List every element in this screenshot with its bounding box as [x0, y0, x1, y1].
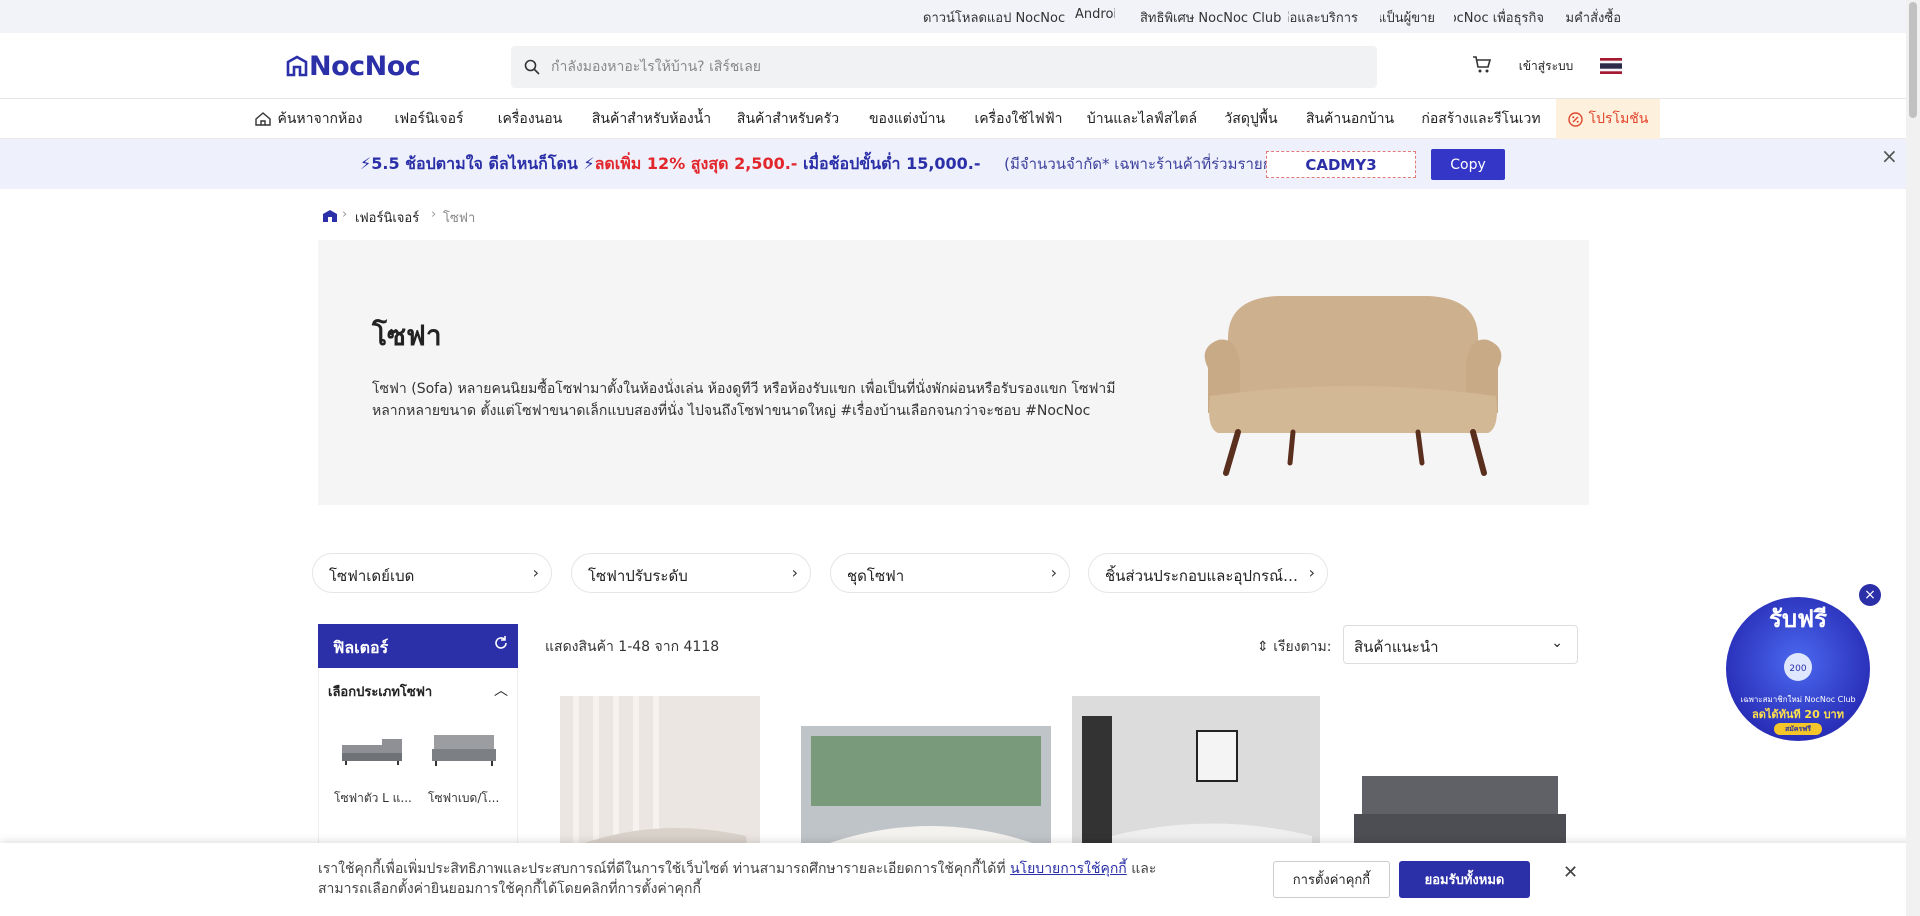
- sofa-hero-image: [1204, 296, 1502, 476]
- filter-type-label: โซฟาเบด/โ...: [428, 791, 500, 805]
- sort-label-text: เรียงตาม:: [1273, 639, 1332, 655]
- filter-title: ฟิลเตอร์: [333, 638, 389, 657]
- promo-banner-text[interactable]: ⚡5.5 ช้อปตามใจ ดีลไหนก็โดน ⚡ลดเพิ่ม 12% …: [360, 152, 1294, 177]
- filter-type-l-sofa[interactable]: [336, 723, 408, 775]
- promo-discount: ลดเพิ่ม 12% สูงสุด 2,500.-: [594, 154, 798, 173]
- home-icon[interactable]: [322, 209, 338, 223]
- nav-item-outdoor[interactable]: สินค้านอกบ้าน: [1294, 99, 1406, 139]
- club-line2: ลดได้ทันที 20 บาท: [1752, 708, 1844, 721]
- cookie-consent-bar: เราใช้คุกกี้เพื่อเพิ่มประสิทธิภาพและประส…: [0, 843, 1920, 916]
- cookie-text-before: เราใช้คุกกี้เพื่อเพิ่มประสิทธิภาพและประส…: [318, 861, 1011, 877]
- filter-type-label: โซฟาตัว L แ...: [334, 791, 412, 805]
- promo-headline: ⚡5.5 ช้อปตามใจ ดีลไหนก็โดน ⚡: [360, 154, 595, 173]
- logo[interactable]: NocNoc: [285, 51, 421, 82]
- club-headline: รับฟรี: [1768, 605, 1827, 633]
- promo-code: CADMY3: [1266, 151, 1416, 178]
- seller-link[interactable]: เปิดร้านเป็นผู้ขาย: [1380, 7, 1435, 28]
- subcategory-chip-recliner[interactable]: โซฟาปรับระดับ ›: [571, 553, 811, 593]
- room-icon: [255, 112, 272, 126]
- nav-item-home-lifestyle[interactable]: บ้านและไลฟ์สไตล์: [1078, 99, 1206, 139]
- sort-value: สินค้าแนะนำ: [1354, 638, 1439, 656]
- chip-label: ชุดโซฟา: [847, 567, 905, 585]
- chip-label: โซฟาเดย์เบด: [329, 567, 415, 585]
- nav-item-kitchen[interactable]: สินค้าสำหรับครัว: [723, 99, 853, 139]
- nav-item-appliances[interactable]: เครื่องใช้ไฟฟ้า: [959, 99, 1078, 139]
- sofa-bed-thumbnail: [432, 735, 496, 766]
- thai-flag-icon[interactable]: [1600, 58, 1622, 74]
- close-cookie-icon[interactable]: ✕: [1563, 862, 1578, 883]
- logo-mark-icon: [286, 55, 308, 77]
- breadcrumb-furniture[interactable]: เฟอร์นิเจอร์: [355, 207, 419, 228]
- nocnoc-club-link[interactable]: สิทธิพิเศษ NocNoc Club: [1140, 7, 1281, 28]
- nav-item-decor[interactable]: ของแต่งบ้าน: [855, 99, 959, 139]
- nav-item-shop-by-room[interactable]: ค้นหาจากห้อง: [245, 99, 373, 139]
- sort-select[interactable]: สินค้าแนะนำ ⌄: [1343, 625, 1578, 664]
- subcategory-chip-parts[interactable]: ชิ้นส่วนประกอบและอุปกรณ์เส... ›: [1088, 553, 1328, 593]
- filter-section-sofa-type[interactable]: เลือกประเภทโซฟา: [328, 681, 432, 702]
- category-hero: โซฟา โซฟา (Sofa) หลายคนนิยมซื้อโซฟามาตั้…: [318, 240, 1589, 505]
- nav-item-label: ค้นหาจากห้อง: [277, 111, 363, 127]
- scrollbar-thumb[interactable]: [1909, 2, 1917, 118]
- sort-label: ⇕ เรียงตาม:: [1257, 636, 1331, 658]
- copy-code-button[interactable]: Copy: [1431, 149, 1505, 180]
- cookie-settings-button[interactable]: การตั้งค่าคุกกี้: [1273, 861, 1390, 898]
- top-utility-bar: ดาวน์โหลดแอป NocNoc Android สิทธิพิเศษ N…: [0, 0, 1920, 33]
- promo-minimum: เมื่อช้อปขั้นต่ำ 15,000.-: [797, 154, 981, 173]
- gift-coin-icon: 200: [1784, 653, 1812, 681]
- track-order-link[interactable]: ติดตามคำสั่งซื้อ: [1566, 7, 1621, 28]
- search-input[interactable]: [549, 46, 1349, 88]
- filter-header: ฟิลเตอร์: [318, 624, 518, 668]
- subcategory-chip-sofa-set[interactable]: ชุดโซฟา ›: [830, 553, 1070, 593]
- sort-icon: ⇕: [1257, 639, 1269, 655]
- breadcrumb-separator: ›: [431, 207, 437, 222]
- nav-item-promotion[interactable]: โปรโมชัน: [1556, 99, 1660, 139]
- help-link[interactable]: ความช่วยเหลือและบริการ: [1288, 7, 1358, 28]
- cookie-policy-link[interactable]: นโยบายการใช้คุกกี้: [1010, 861, 1127, 877]
- logo-text: NocNoc: [309, 51, 421, 82]
- refresh-icon[interactable]: [493, 635, 509, 651]
- page-title: โซฟา: [372, 319, 442, 352]
- page-scrollbar[interactable]: [1906, 0, 1920, 916]
- chip-label: โซฟาปรับระดับ: [588, 567, 688, 585]
- chip-label: ชิ้นส่วนประกอบและอุปกรณ์เส...: [1105, 567, 1300, 585]
- promo-note: (มีจำนวนจำกัด* เฉพาะร้านค้าที่ร่วมรายการ…: [1004, 155, 1295, 173]
- search-bar[interactable]: [511, 46, 1377, 88]
- subcategory-chip-daybed[interactable]: โซฟาเดย์เบด ›: [312, 553, 552, 593]
- category-nav: ค้นหาจากห้อง เฟอร์นิเจอร์ เครื่องนอน สิน…: [0, 99, 1920, 139]
- nav-item-construction[interactable]: ก่อสร้างและรีโนเวท: [1406, 99, 1556, 139]
- category-description: โซฟา (Sofa) หลายคนนิยมซื้อโซฟามาตั้งในห้…: [372, 381, 1116, 419]
- nav-item-label: โปรโมชัน: [1588, 111, 1649, 127]
- nav-item-furniture[interactable]: เฟอร์นิเจอร์: [378, 99, 480, 139]
- nav-item-flooring[interactable]: วัสดุปูพื้น: [1210, 99, 1292, 139]
- l-sofa-thumbnail: [342, 739, 402, 765]
- breadcrumb-separator: ›: [342, 207, 348, 222]
- filter-type-sofa-bed[interactable]: [428, 723, 500, 775]
- close-icon[interactable]: ×: [1859, 584, 1881, 606]
- chevron-right-icon: ›: [532, 563, 539, 582]
- breadcrumb-sofa[interactable]: โซฟา: [443, 207, 475, 228]
- chevron-right-icon: ›: [791, 563, 798, 582]
- accept-all-cookies-button[interactable]: ยอมรับทั้งหมด: [1399, 861, 1530, 898]
- cookie-text: เราใช้คุกกี้เพื่อเพิ่มประสิทธิภาพและประส…: [318, 859, 1178, 899]
- download-app-link[interactable]: ดาวน์โหลดแอป NocNoc: [923, 7, 1065, 28]
- cart-icon[interactable]: [1472, 55, 1492, 75]
- search-icon[interactable]: [524, 59, 540, 75]
- chevron-up-icon[interactable]: ︿: [494, 680, 508, 700]
- chevron-right-icon: ›: [1050, 563, 1057, 582]
- product-count: แสดงสินค้า 1-48 จาก 4118: [545, 639, 720, 655]
- login-button[interactable]: เข้าสู่ระบบ: [1508, 50, 1584, 82]
- promo-icon: [1567, 111, 1583, 127]
- nocnoc-club-badge[interactable]: รับฟรี 200 เฉพาะสมาชิกใหม่ NocNoc Club ล…: [1726, 597, 1870, 741]
- android-link[interactable]: Android: [1075, 7, 1115, 22]
- business-link[interactable]: NocNoc เพื่อธุรกิจ: [1454, 7, 1544, 28]
- nav-item-bathroom[interactable]: สินค้าสำหรับห้องน้ำ: [580, 99, 723, 139]
- svg-text:200: 200: [1789, 664, 1806, 674]
- nav-item-bedding[interactable]: เครื่องนอน: [480, 99, 580, 139]
- close-banner-icon[interactable]: ×: [1881, 144, 1898, 168]
- chevron-right-icon: ›: [1308, 563, 1315, 582]
- chevron-down-icon: ⌄: [1551, 635, 1563, 651]
- club-signup-button[interactable]: สมัครฟรี: [1774, 723, 1822, 735]
